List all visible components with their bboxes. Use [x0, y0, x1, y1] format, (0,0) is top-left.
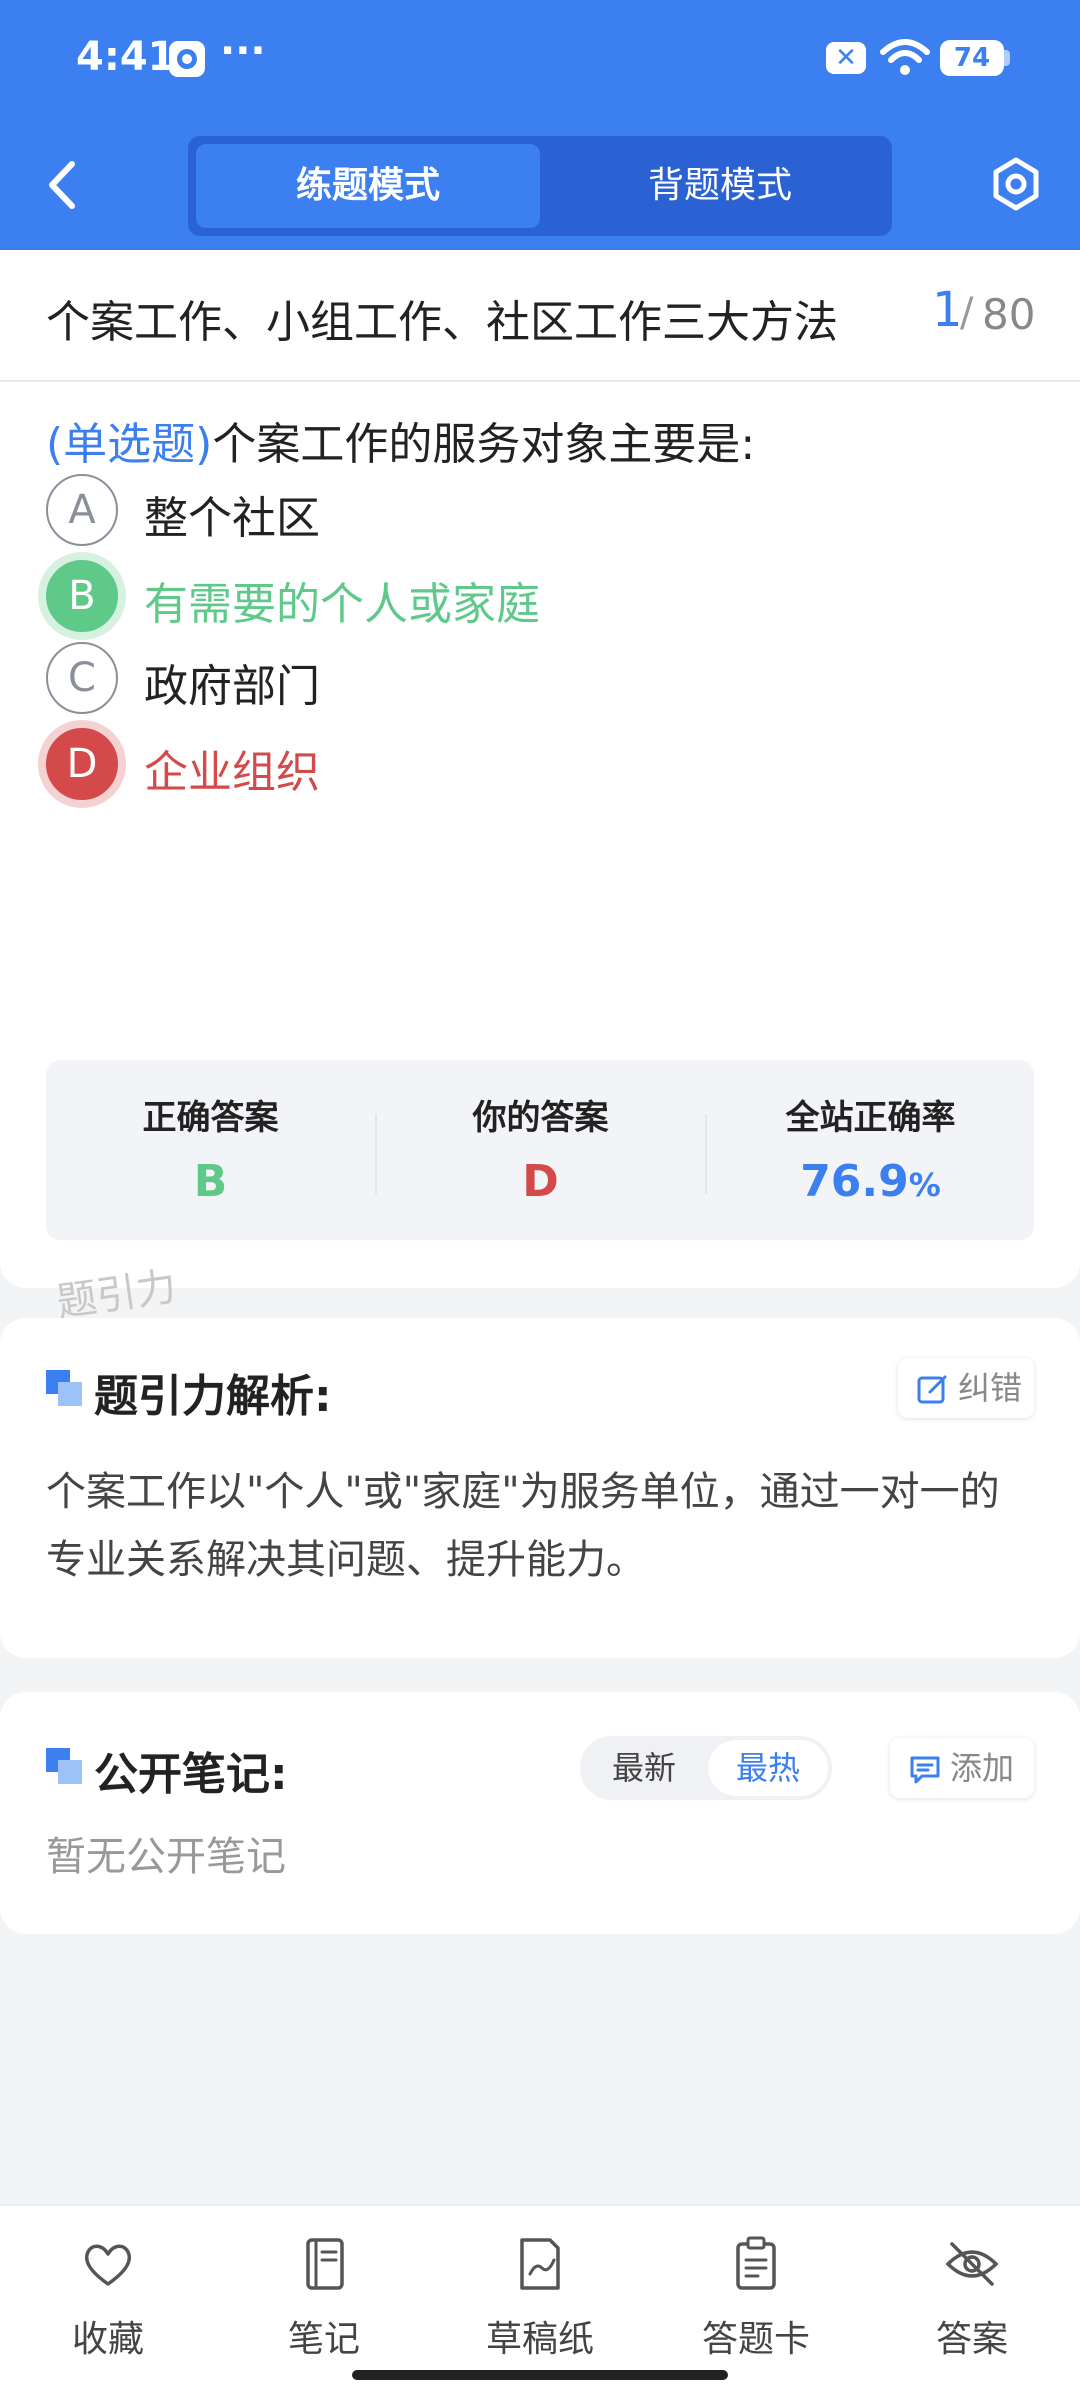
- home-indicator[interactable]: [352, 2370, 728, 2380]
- comment-icon: [910, 1756, 940, 1784]
- nav-answer-card[interactable]: 答题卡: [666, 2234, 846, 2374]
- option-text: 企业组织: [144, 747, 320, 798]
- site-accuracy: 全站正确率 76.9%: [706, 1060, 1035, 1240]
- more-notifications-icon: ···: [220, 28, 266, 74]
- status-time: 4:41: [76, 34, 176, 80]
- notes-title: 公开笔记:: [94, 1749, 288, 1800]
- option-b[interactable]: B 有需要的个人或家庭: [46, 554, 946, 634]
- your-answer: 你的答案 D: [376, 1060, 705, 1240]
- progress-separator: /: [960, 290, 974, 336]
- correct-answer-value: B: [193, 1156, 228, 1207]
- no-sim-icon: ✕: [826, 42, 866, 74]
- app-notification-icon: [169, 41, 205, 77]
- scratch-paper-icon: [520, 2238, 560, 2290]
- add-note-label: 添加: [950, 1749, 1015, 1787]
- battery-icon: 74: [940, 40, 1004, 76]
- option-letter: B: [46, 560, 118, 632]
- site-accuracy-value: 76.9%: [706, 1156, 1035, 1207]
- option-text: 有需要的个人或家庭: [144, 579, 540, 630]
- correct-answer: 正确答案 B: [46, 1060, 375, 1240]
- report-error-label: 纠错: [958, 1369, 1023, 1407]
- question-total-count: 80: [982, 290, 1036, 339]
- chapter-bar: 个案工作、小组工作、社区工作三大方法 1 / 80: [0, 250, 1080, 382]
- nav-label: 收藏: [71, 2319, 144, 2360]
- question-type: (单选题): [46, 419, 213, 470]
- mode-toggle: 练题模式 背题模式: [188, 136, 892, 236]
- analysis-title: 题引力解析:: [94, 1371, 332, 1422]
- your-answer-label: 你的答案: [472, 1098, 609, 1138]
- nav-scratch-paper[interactable]: 草稿纸: [450, 2234, 630, 2374]
- site-accuracy-label: 全站正确率: [785, 1098, 956, 1138]
- option-a[interactable]: A 整个社区: [46, 468, 946, 548]
- heart-icon: [84, 2244, 132, 2286]
- correct-answer-label: 正确答案: [142, 1098, 279, 1138]
- question-current-number: 1: [932, 282, 963, 338]
- option-text: 政府部门: [144, 661, 320, 712]
- option-d[interactable]: D 企业组织: [46, 722, 946, 802]
- status-bar: 4:41 ··· ✕ 74: [0, 0, 1080, 120]
- option-letter: D: [46, 728, 118, 800]
- sort-hottest[interactable]: 最热: [708, 1740, 828, 1796]
- add-note-button[interactable]: 添加: [890, 1738, 1034, 1798]
- eye-off-icon: [945, 2242, 999, 2286]
- nav-label: 笔记: [287, 2319, 360, 2360]
- notebook-icon: [306, 2238, 344, 2290]
- accuracy-unit: %: [908, 1166, 941, 1204]
- chapter-title: 个案工作、小组工作、社区工作三大方法: [46, 297, 838, 348]
- nav-favorite[interactable]: 收藏: [18, 2234, 198, 2374]
- question-text: 个案工作的服务对象主要是:: [212, 419, 756, 470]
- battery-tip: [1004, 50, 1010, 66]
- nav-answer[interactable]: 答案: [882, 2234, 1062, 2374]
- wifi-icon: [880, 39, 930, 75]
- analysis-text: 个案工作以"个人"或"家庭"为服务单位，通过一对一的专业关系解决其问题、提升能力…: [46, 1469, 1000, 1583]
- option-letter: A: [46, 474, 118, 546]
- settings-icon[interactable]: [988, 154, 1044, 214]
- tab-practice-mode[interactable]: 练题模式: [196, 144, 540, 228]
- report-error-button[interactable]: 纠错: [898, 1358, 1034, 1418]
- question-stem: (单选题)个案工作的服务对象主要是:: [46, 408, 755, 472]
- sort-newest[interactable]: 最新: [584, 1740, 704, 1796]
- answer-summary: 正确答案 B 你的答案 D 全站正确率 76.9%: [46, 1060, 1034, 1240]
- notes-empty-state: 暂无公开笔记: [46, 1834, 286, 1880]
- answer-card-icon: [736, 2236, 776, 2290]
- back-button[interactable]: [36, 150, 92, 220]
- nav-label: 草稿纸: [485, 2319, 594, 2360]
- tab-recite-mode[interactable]: 背题模式: [548, 144, 892, 228]
- question-card: (单选题)个案工作的服务对象主要是: A 整个社区 B 有需要的个人或家庭 C …: [0, 382, 1080, 1288]
- analysis-card: 题引力解析: 纠错 个案工作以"个人"或"家庭"为服务单位，通过一对一的专业关系…: [0, 1318, 1080, 1658]
- public-notes-card: 公开笔记: 最新 最热 添加 暂无公开笔记: [0, 1692, 1080, 1934]
- option-c[interactable]: C 政府部门: [46, 636, 946, 716]
- section-icon: [46, 1748, 82, 1784]
- option-letter: C: [46, 642, 118, 714]
- notes-sort-toggle: 最新 最热: [580, 1736, 832, 1800]
- edit-icon: [917, 1375, 947, 1404]
- option-text: 整个社区: [144, 493, 320, 544]
- nav-label: 答题卡: [701, 2319, 810, 2360]
- nav-notes[interactable]: 笔记: [234, 2234, 414, 2374]
- nav-label: 答案: [935, 2319, 1008, 2360]
- your-answer-value: D: [522, 1156, 559, 1207]
- app-header: 4:41 ··· ✕ 74 练题模式 背题模式: [0, 0, 1080, 250]
- section-icon: [46, 1370, 82, 1406]
- accuracy-number: 76.9: [800, 1156, 909, 1207]
